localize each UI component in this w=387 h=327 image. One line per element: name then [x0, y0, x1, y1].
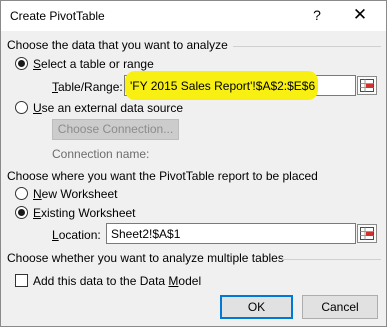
select-range-label[interactable]: Select a table or range [33, 57, 154, 71]
existing-worksheet-label[interactable]: Existing Worksheet [33, 206, 136, 220]
location-value: Sheet2!$A$1 [111, 227, 181, 241]
connection-name-label: Connection name: [52, 147, 150, 161]
choose-connection-button[interactable]: Choose Connection... [52, 119, 179, 140]
title-bar[interactable]: Create PivotTable ? ✕ [1, 1, 386, 31]
range-selector-icon[interactable] [357, 76, 377, 95]
section-title-multiple: Choose whether you want to analyze multi… [7, 251, 284, 265]
section-title-analyze: Choose the data that you want to analyze [7, 38, 228, 52]
table-range-value: 'FY 2015 Sales Report'!$A$2:$E$6 [130, 79, 316, 93]
section-divider [233, 46, 381, 47]
dialog-title: Create PivotTable [10, 9, 105, 23]
location-input[interactable]: Sheet2!$A$1 [106, 223, 356, 244]
external-source-label[interactable]: Use an external data source [33, 101, 183, 115]
cancel-button[interactable]: Cancel [302, 295, 378, 319]
data-model-label[interactable]: Add this data to the Data Model [33, 274, 201, 288]
ok-button[interactable]: OK [220, 295, 293, 319]
select-range-radio[interactable] [15, 57, 28, 70]
new-worksheet-radio[interactable] [15, 187, 28, 200]
existing-worksheet-radio[interactable] [15, 206, 28, 219]
external-source-radio[interactable] [15, 101, 28, 114]
location-label: Location: [52, 228, 101, 242]
section-divider [282, 259, 381, 260]
new-worksheet-label[interactable]: New Worksheet [33, 187, 117, 201]
range-selector-icon[interactable] [357, 224, 377, 243]
table-range-input[interactable]: 'FY 2015 Sales Report'!$A$2:$E$6 [124, 71, 356, 100]
close-button[interactable]: ✕ [342, 3, 378, 27]
data-model-checkbox[interactable] [15, 274, 28, 287]
help-button[interactable]: ? [302, 3, 332, 27]
table-range-label: Table/Range: [52, 80, 123, 94]
create-pivottable-dialog: Create PivotTable ? ✕ Choose the data th… [0, 0, 387, 327]
section-title-placement: Choose where you want the PivotTable rep… [7, 169, 318, 183]
